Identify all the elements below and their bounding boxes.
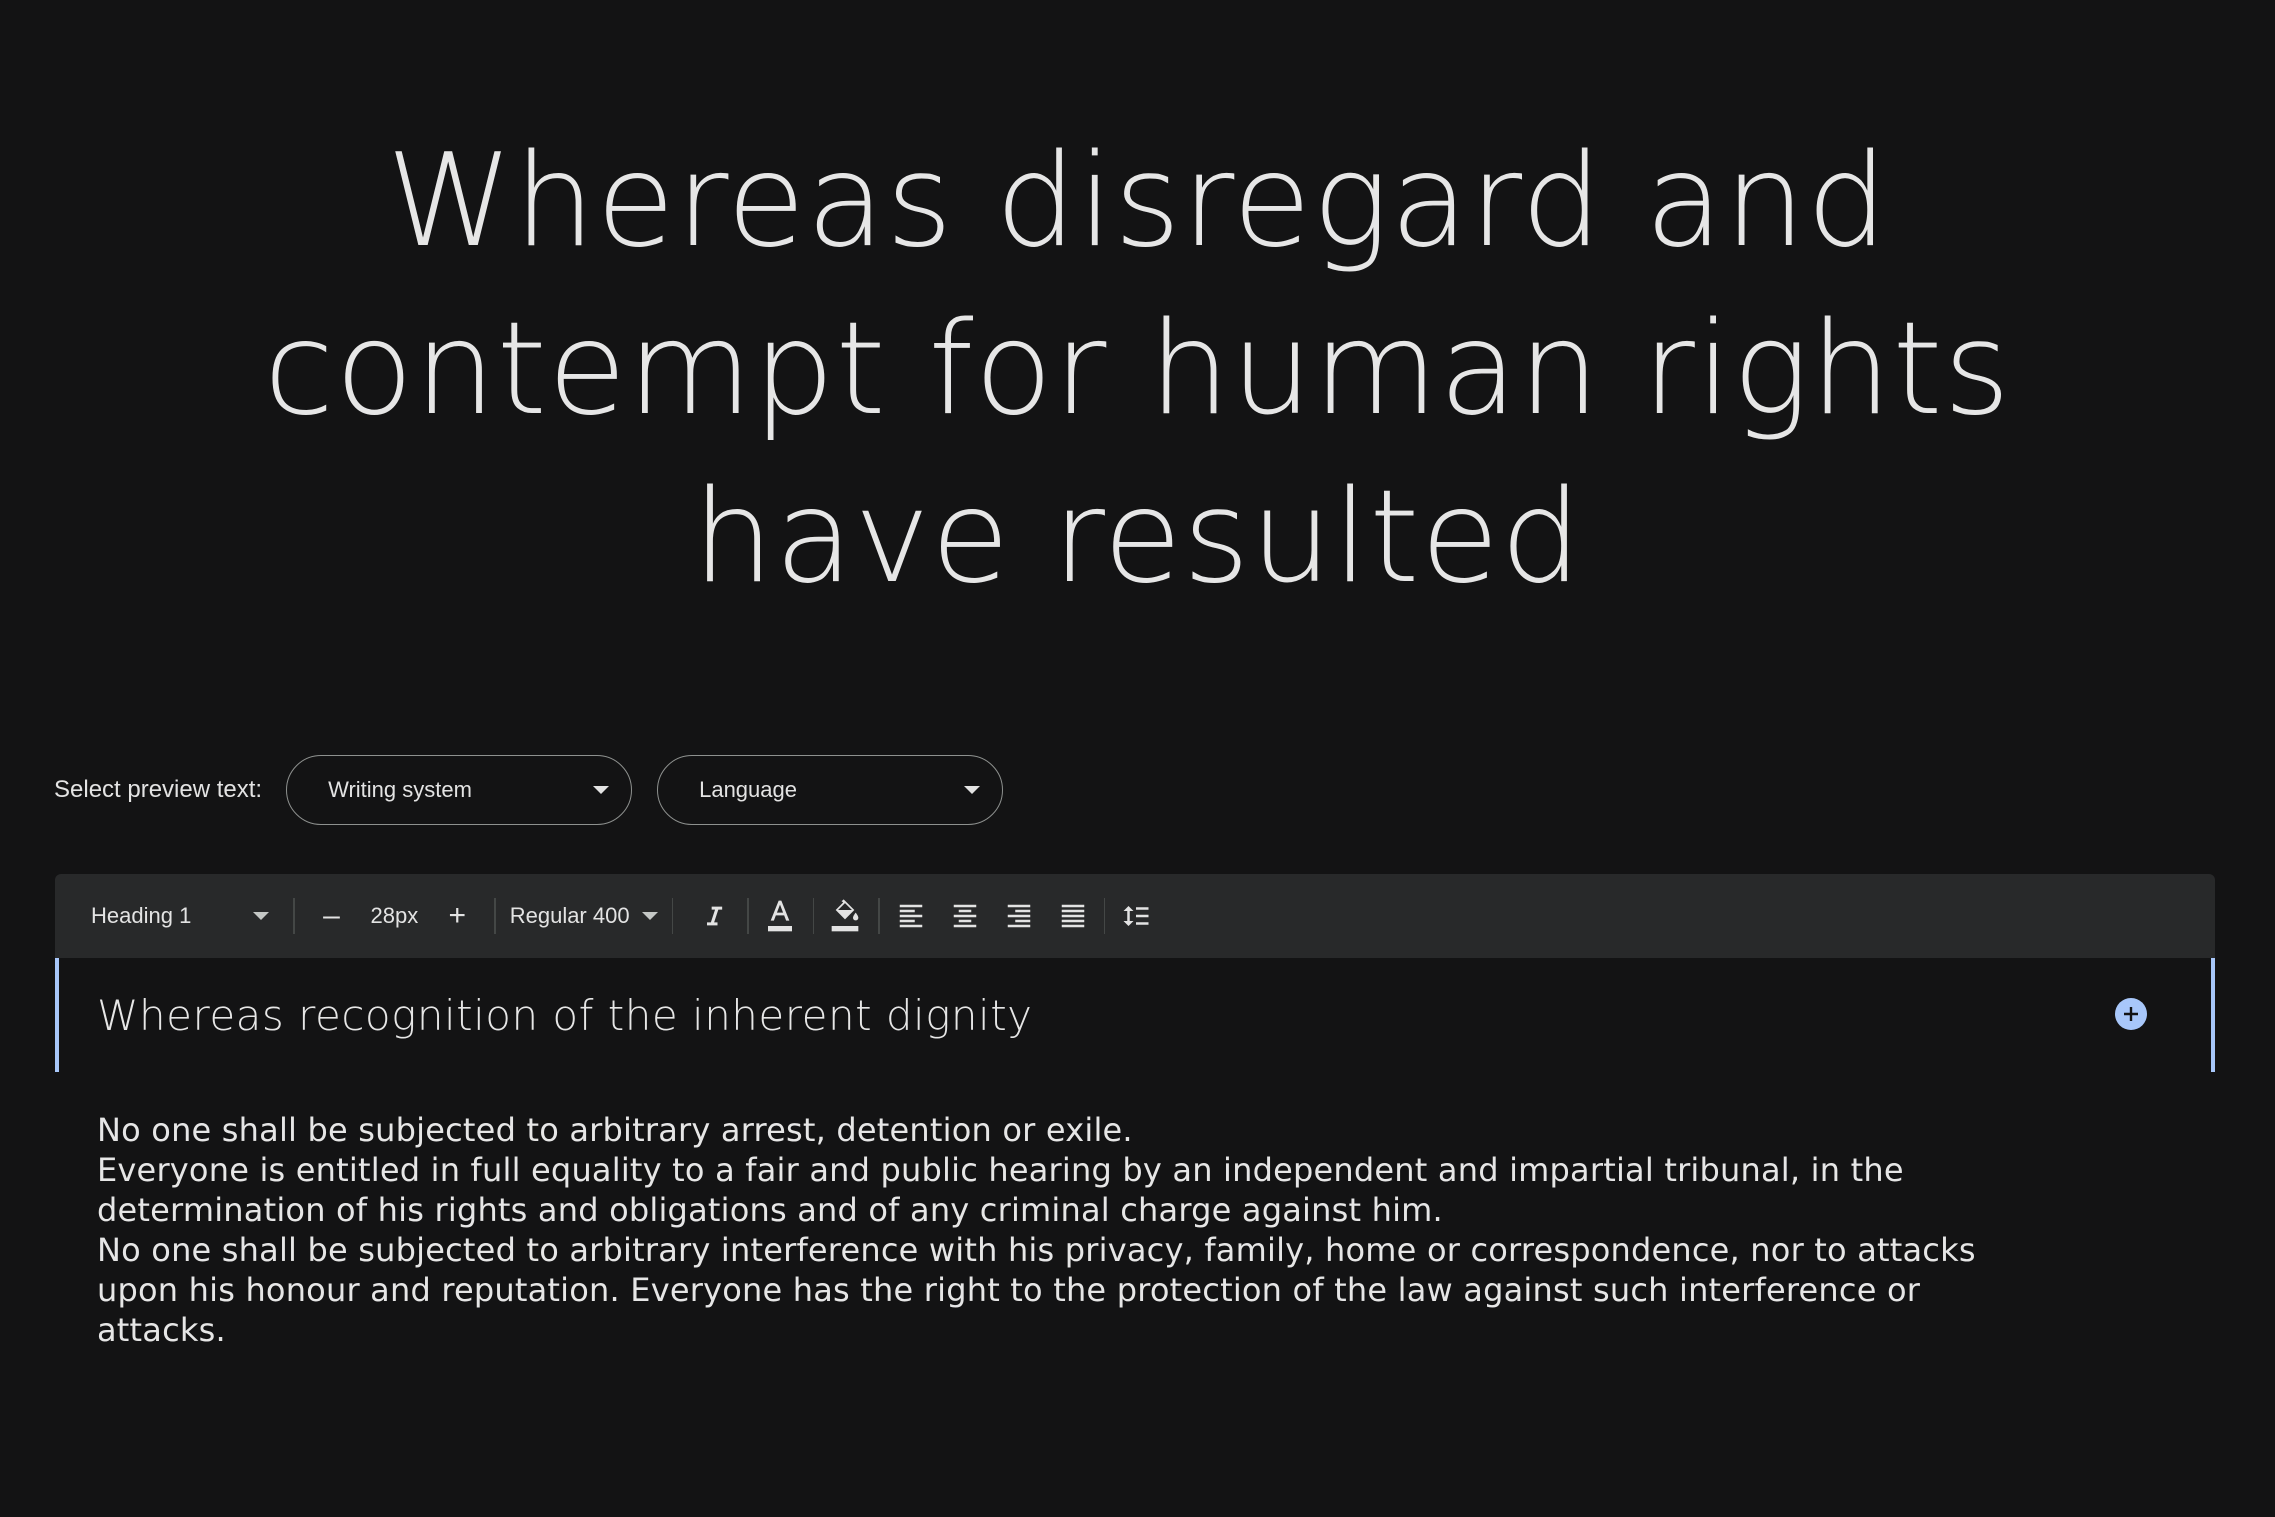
body-text-block[interactable]: No one shall be subjected to arbitrary a…	[55, 1072, 2157, 1350]
editor-toolbar: Heading 1 – 28px + Regular 400	[55, 874, 2215, 958]
highlight-color-icon	[831, 899, 859, 932]
text-color-button[interactable]	[757, 893, 803, 939]
align-left-button[interactable]	[888, 893, 934, 939]
body-line: determination of his rights and obligati…	[97, 1191, 1443, 1229]
language-select[interactable]: Language	[657, 755, 1004, 825]
chevron-down-icon	[253, 912, 269, 920]
line-height-button[interactable]	[1113, 893, 1159, 939]
font-weight-value: Regular 400	[509, 903, 630, 928]
writing-system-value: Writing system	[328, 777, 472, 802]
minus-icon: –	[323, 899, 340, 932]
italic-button[interactable]	[691, 893, 737, 939]
font-size-value[interactable]: 28px	[371, 903, 419, 929]
add-block-button[interactable]	[2115, 998, 2147, 1030]
toolbar-divider	[671, 898, 674, 934]
hero-line: contempt for human rights	[263, 295, 2012, 444]
hero-line: have resulted	[692, 463, 1583, 612]
toolbar-divider	[747, 898, 749, 934]
align-justify-icon	[1061, 904, 1084, 928]
italic-icon	[707, 906, 723, 926]
toolbar-divider	[878, 898, 880, 934]
plus-icon	[2124, 1007, 2138, 1021]
toolbar-divider	[1103, 898, 1106, 934]
body-line: No one shall be subjected to arbitrary i…	[97, 1231, 1976, 1269]
heading-text[interactable]: Whereas recognition of the inherent dign…	[97, 991, 1033, 1040]
increase-size-button[interactable]: +	[434, 893, 480, 939]
text-style-dropdown[interactable]: Heading 1	[91, 903, 269, 929]
chevron-down-icon	[641, 912, 658, 920]
preview-hero-text: Whereas disregard and contempt for human…	[120, 118, 2155, 622]
decrease-size-button[interactable]: –	[309, 893, 355, 939]
highlight-color-button[interactable]	[822, 893, 868, 939]
toolbar-divider	[812, 898, 815, 934]
align-left-icon	[899, 904, 922, 928]
heading-block[interactable]: Whereas recognition of the inherent dign…	[55, 958, 2215, 1072]
align-center-button[interactable]	[942, 893, 988, 939]
text-color-icon	[767, 900, 792, 932]
language-value: Language	[699, 777, 797, 802]
hero-line: Whereas disregard and	[386, 127, 1889, 276]
align-justify-button[interactable]	[1050, 893, 1096, 939]
body-line: upon his honour and reputation. Everyone…	[97, 1271, 1921, 1309]
plus-icon: +	[448, 899, 466, 932]
writing-system-select[interactable]: Writing system	[286, 755, 633, 825]
chevron-down-icon	[593, 786, 610, 794]
body-line: No one shall be subjected to arbitrary a…	[97, 1111, 1133, 1149]
font-weight-dropdown[interactable]: Regular 400	[510, 903, 658, 929]
align-right-icon	[1007, 904, 1030, 928]
align-right-button[interactable]	[996, 893, 1042, 939]
align-center-icon	[953, 904, 976, 928]
toolbar-divider	[494, 898, 496, 934]
select-preview-label: Select preview text:	[54, 776, 263, 803]
body-line: Everyone is entitled in full equality to…	[97, 1151, 1904, 1189]
type-tester-editor: Heading 1 – 28px + Regular 400 Whereas r…	[55, 874, 2215, 1350]
preview-text-picker: Select preview text: Writing system Lang…	[54, 754, 1028, 826]
body-line: attacks.	[97, 1311, 226, 1349]
text-style-value: Heading 1	[91, 903, 192, 928]
toolbar-divider	[293, 898, 295, 934]
chevron-down-icon	[964, 786, 981, 794]
line-height-icon	[1123, 906, 1149, 926]
